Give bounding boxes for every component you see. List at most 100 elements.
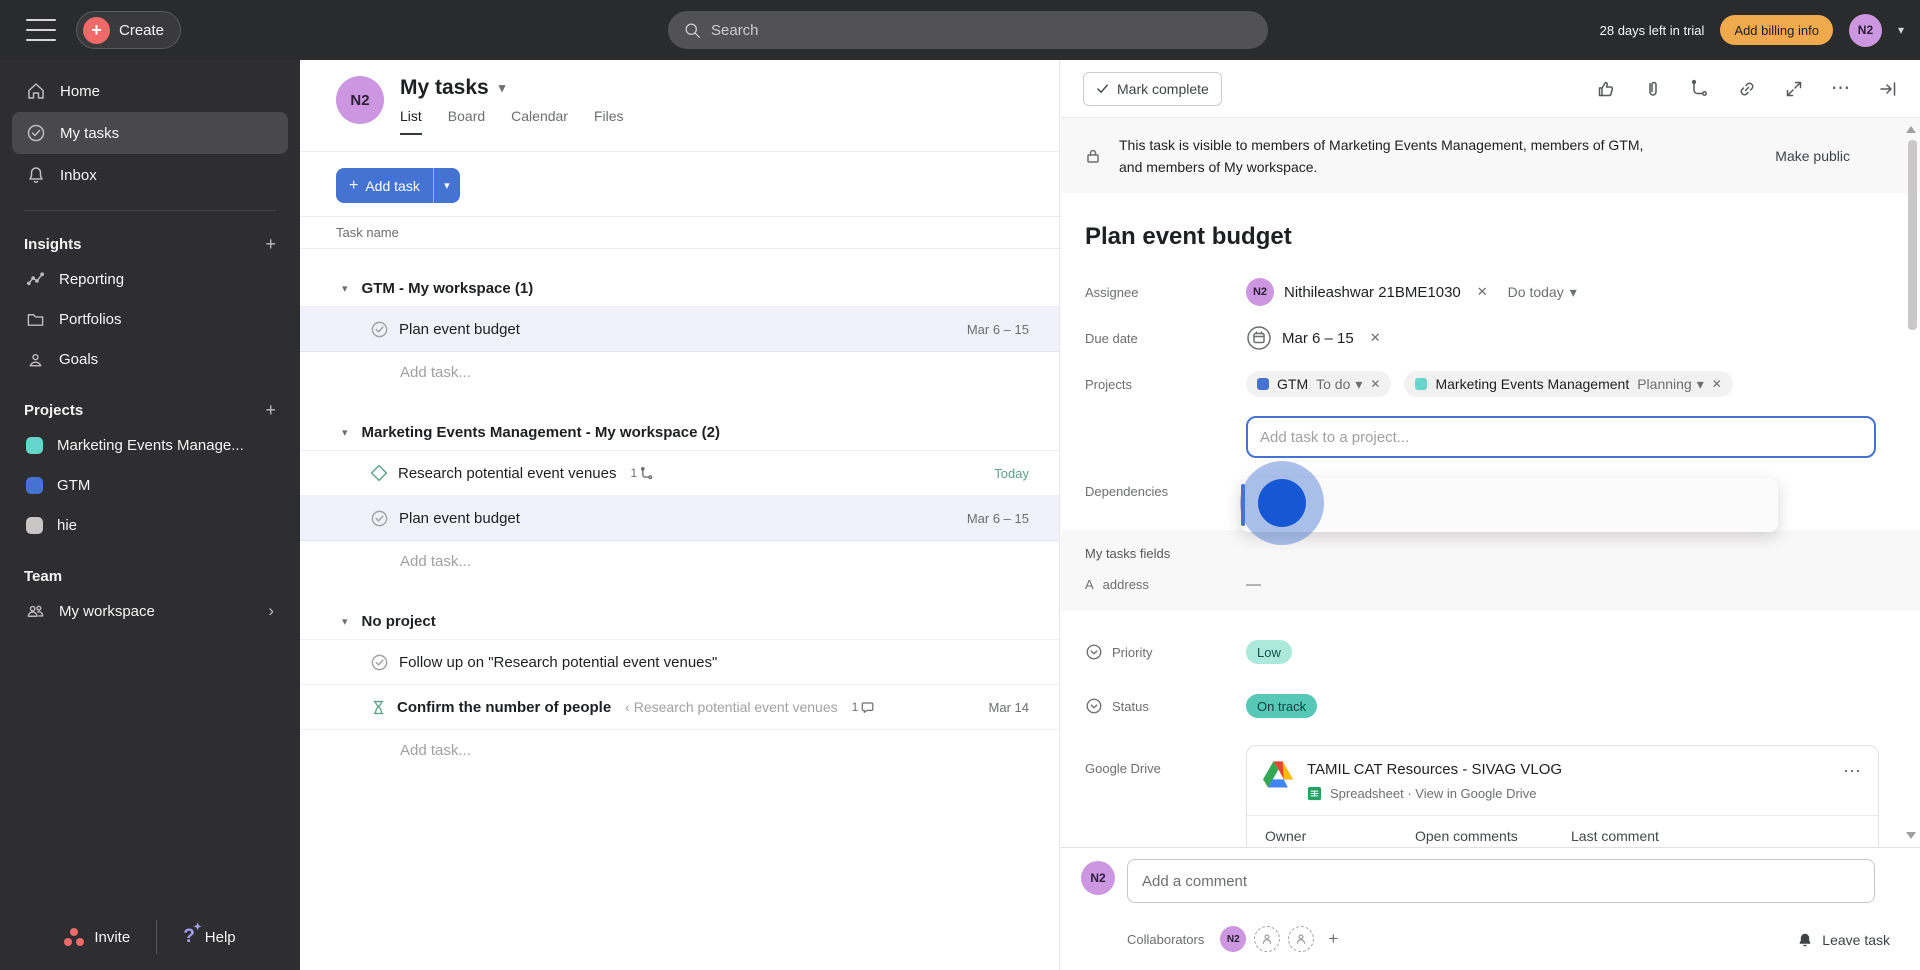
make-public-button[interactable]: Make public	[1775, 148, 1850, 164]
comment-count: 1	[852, 700, 875, 714]
account-menu-chevron-icon[interactable]: ▾	[1898, 23, 1904, 37]
task-row[interactable]: Confirm the number of people ‹ Research …	[300, 685, 1059, 730]
drive-attachment-card[interactable]: TAMIL CAT Resources - SIVAG VLOG Spreads…	[1246, 745, 1879, 847]
check-circle-icon[interactable]	[370, 320, 389, 339]
hourglass-icon[interactable]	[370, 699, 387, 716]
sidebar-item-portfolios[interactable]: Portfolios	[24, 299, 276, 339]
comment-input[interactable]	[1142, 872, 1842, 890]
tab-list[interactable]: List	[400, 108, 422, 135]
fullscreen-icon[interactable]	[1784, 79, 1804, 99]
tab-board[interactable]: Board	[448, 108, 485, 135]
ghost-collaborator-icon[interactable]	[1288, 926, 1315, 952]
section-header[interactable]: ▾ Marketing Events Management - My works…	[300, 415, 1059, 451]
add-task-inline[interactable]: Add task...	[300, 541, 1059, 582]
divider	[156, 920, 158, 954]
add-task-button[interactable]: + Add task ▾	[336, 168, 460, 203]
status-value-pill[interactable]: On track	[1246, 694, 1318, 718]
schedule-dropdown[interactable]: Do today ▾	[1508, 284, 1577, 301]
sidebar-item-my-tasks[interactable]: My tasks	[12, 112, 288, 154]
collaborator-avatar[interactable]: N2	[1220, 926, 1247, 952]
check-circle-icon	[27, 124, 45, 142]
assignee-name[interactable]: Nithileashwar 21BME1030	[1284, 284, 1461, 301]
remove-assignee-icon[interactable]: ✕	[1477, 284, 1488, 300]
add-insight-icon[interactable]: +	[265, 234, 276, 255]
chevron-down-icon: ▾	[1696, 375, 1704, 392]
add-task-inline[interactable]: Add task...	[300, 352, 1059, 393]
section-dropdown[interactable]: Planning ▾	[1637, 376, 1704, 393]
sidebar-project-marketing-events[interactable]: Marketing Events Manage...	[24, 425, 276, 465]
drive-file-meta[interactable]: Spreadsheet · View in Google Drive	[1330, 786, 1536, 801]
people-icon	[27, 605, 44, 617]
scrollbar-up-arrow[interactable]	[1906, 126, 1916, 133]
section-header[interactable]: ▾ GTM - My workspace (1)	[300, 271, 1059, 307]
add-to-project-field[interactable]	[1246, 416, 1876, 458]
tab-calendar[interactable]: Calendar	[511, 108, 568, 135]
add-subtask-icon[interactable]	[1690, 79, 1710, 99]
sidebar-item-goals[interactable]: Goals	[24, 339, 276, 379]
task-title[interactable]: Plan event budget	[1061, 193, 1920, 269]
mark-complete-button[interactable]: Mark complete	[1083, 71, 1222, 106]
add-collaborator-icon[interactable]: +	[1328, 929, 1338, 949]
collapse-triangle-icon[interactable]: ▾	[342, 282, 348, 295]
sidebar-item-inbox[interactable]: Inbox	[12, 154, 288, 196]
due-date: Mar 6 – 15	[966, 321, 1029, 337]
expand-workspace-chevron-icon[interactable]: ›	[268, 601, 274, 621]
collaborators-label: Collaborators	[1127, 931, 1205, 947]
calendar-icon[interactable]	[1246, 325, 1272, 351]
drive-card-more-icon[interactable]: ⋯	[1843, 761, 1862, 782]
attachment-icon[interactable]	[1643, 79, 1663, 99]
add-task-inline[interactable]: Add task...	[300, 730, 1059, 771]
remove-project-icon[interactable]: ✕	[1370, 377, 1380, 391]
close-panel-icon[interactable]	[1878, 79, 1898, 99]
sidebar-project-hie[interactable]: hie	[24, 505, 276, 545]
add-billing-info-button[interactable]: Add billing info	[1720, 15, 1833, 45]
comment-field[interactable]	[1127, 859, 1875, 903]
create-button[interactable]: + Create	[76, 11, 182, 49]
address-value[interactable]: —	[1246, 576, 1261, 593]
section-dropdown[interactable]: To do ▾	[1316, 376, 1362, 393]
address-field-row[interactable]: Aaddress —	[1061, 567, 1920, 601]
ghost-collaborator-icon[interactable]	[1254, 926, 1281, 952]
project-chip-gtm[interactable]: GTM To do ▾ ✕	[1246, 371, 1392, 397]
page-title[interactable]: My tasks ▾	[400, 76, 624, 100]
collapse-triangle-icon[interactable]: ▾	[342, 426, 348, 439]
check-circle-icon[interactable]	[370, 509, 389, 528]
drive-file-title[interactable]: TAMIL CAT Resources - SIVAG VLOG	[1307, 761, 1562, 778]
task-row[interactable]: Plan event budget Mar 6 – 15	[300, 307, 1059, 352]
search-input[interactable]	[711, 21, 1231, 39]
like-thumb-icon[interactable]	[1596, 79, 1616, 99]
project-color-swatch	[26, 476, 43, 494]
project-suggestions-dropdown[interactable]	[1241, 478, 1778, 532]
approval-diamond-icon[interactable]	[370, 464, 388, 482]
leave-task-button[interactable]: Leave task	[1797, 932, 1890, 948]
help-button[interactable]: ? ✦ Help	[183, 922, 235, 948]
invite-button[interactable]: Invite	[64, 928, 130, 946]
remove-due-date-icon[interactable]: ✕	[1370, 330, 1381, 346]
sidebar-project-gtm[interactable]: GTM	[24, 465, 276, 505]
sidebar-toggle-icon[interactable]	[26, 19, 56, 41]
collapse-triangle-icon[interactable]: ▾	[342, 615, 348, 628]
section-header[interactable]: ▾ No project	[300, 604, 1059, 640]
more-actions-icon[interactable]: ⋯	[1831, 79, 1851, 98]
scrollbar-down-arrow[interactable]	[1906, 832, 1916, 839]
add-project-icon[interactable]: +	[265, 400, 276, 421]
parent-task-link[interactable]: ‹ Research potential event venues	[625, 699, 837, 715]
task-row[interactable]: Follow up on "Research potential event v…	[300, 640, 1059, 685]
due-date-value[interactable]: Mar 6 – 15	[1282, 330, 1354, 347]
sidebar-item-home[interactable]: Home	[12, 70, 288, 112]
priority-value-pill[interactable]: Low	[1246, 640, 1292, 664]
task-row[interactable]: Plan event budget Mar 6 – 15	[300, 496, 1059, 541]
remove-project-icon[interactable]: ✕	[1712, 377, 1722, 391]
project-chip-marketing-events[interactable]: Marketing Events Management Planning ▾ ✕	[1404, 371, 1733, 397]
add-to-project-input[interactable]	[1260, 428, 1840, 446]
copy-link-icon[interactable]	[1737, 79, 1757, 99]
task-row[interactable]: Research potential event venues 1 Today	[300, 451, 1059, 496]
user-avatar[interactable]: N2	[1848, 13, 1882, 47]
scrollbar-thumb[interactable]	[1908, 140, 1917, 330]
search-bar[interactable]	[668, 11, 1268, 49]
tab-files[interactable]: Files	[594, 108, 624, 135]
add-task-dropdown-chevron-icon[interactable]: ▾	[432, 168, 460, 203]
check-circle-icon[interactable]	[370, 653, 389, 672]
sidebar-item-my-workspace[interactable]: My workspace ›	[24, 591, 276, 631]
sidebar-item-reporting[interactable]: Reporting	[24, 259, 276, 299]
